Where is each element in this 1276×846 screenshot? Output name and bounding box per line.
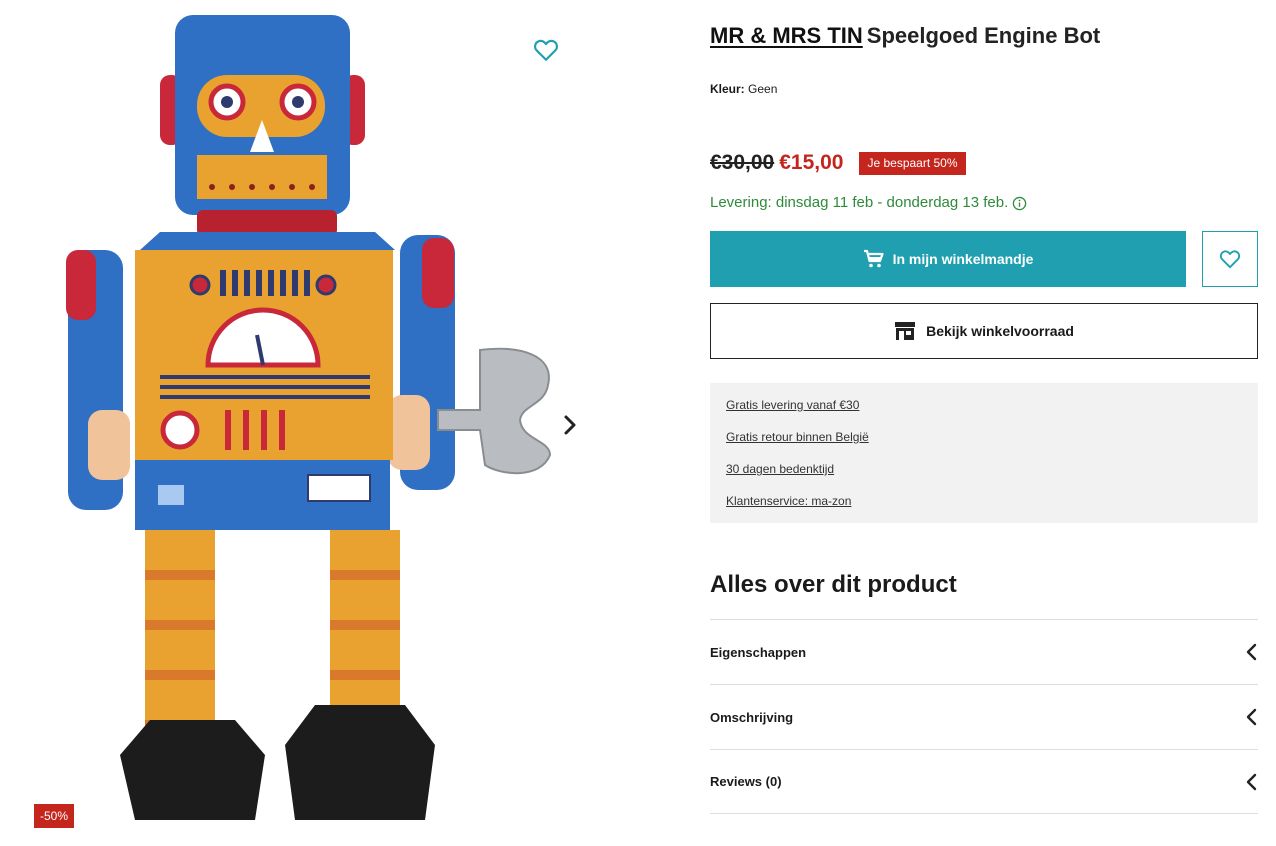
accordion-label: Eigenschappen <box>710 644 807 660</box>
store-stock-button[interactable]: Bekijk winkelvoorraad <box>710 303 1258 359</box>
price-row: €30,00 €15,00 Je bespaart 50% <box>710 150 966 176</box>
chevron-left-icon <box>1246 643 1257 661</box>
product-details-accordion: Eigenschappen Omschrijving Reviews (0) <box>710 619 1258 814</box>
delivery-text: Levering: dinsdag 11 feb - donderdag 13 … <box>710 194 1009 211</box>
product-name: Speelgoed Engine Bot <box>866 23 1101 48</box>
chevron-left-icon <box>1246 773 1257 790</box>
usp-customer-service-link[interactable]: Klantenservice: ma-zon <box>726 493 1242 509</box>
add-to-cart-button[interactable]: In mijn winkelmandje <box>710 231 1186 287</box>
chevron-right-icon[interactable] <box>558 412 582 438</box>
heart-icon[interactable] <box>533 38 559 62</box>
usp-list: Gratis levering vanaf €30 Gratis retour … <box>710 383 1258 523</box>
product-title: MR & MRS TIN Speelgoed Engine Bot <box>710 22 1100 50</box>
new-price: €15,00 <box>779 151 844 174</box>
product-image[interactable] <box>60 10 560 840</box>
store-icon <box>895 322 916 340</box>
usp-free-return-link[interactable]: Gratis retour binnen België <box>726 429 1242 445</box>
add-to-cart-label: In mijn winkelmandje <box>892 251 1034 267</box>
product-gallery: -50% <box>0 0 600 846</box>
chevron-left-icon <box>1246 708 1257 726</box>
color-row: Kleur: Geen <box>710 81 777 97</box>
usp-reflection-period-link[interactable]: 30 dagen bedenktijd <box>726 461 1242 477</box>
cart-icon <box>863 249 884 268</box>
discount-tag: -50% <box>34 804 75 828</box>
accordion-label: Reviews (0) <box>710 774 782 789</box>
accordion-properties[interactable]: Eigenschappen <box>710 619 1258 684</box>
product-details-title: Alles over dit product <box>710 571 957 598</box>
accordion-label: Omschrijving <box>710 709 794 725</box>
accordion-description[interactable]: Omschrijving <box>710 684 1258 749</box>
color-value: Geen <box>748 82 778 96</box>
color-label: Kleur: <box>710 82 745 96</box>
old-price: €30,00 <box>710 151 775 174</box>
brand-link[interactable]: MR & MRS TIN <box>710 23 863 48</box>
delivery-info: Levering: dinsdag 11 feb - donderdag 13 … <box>710 193 1027 213</box>
accordion-reviews[interactable]: Reviews (0) <box>710 749 1258 814</box>
savings-badge: Je bespaart 50% <box>859 151 966 175</box>
wishlist-button[interactable] <box>1202 231 1258 287</box>
usp-free-delivery-link[interactable]: Gratis levering vanaf €30 <box>726 397 1242 413</box>
heart-icon <box>1219 250 1241 269</box>
store-stock-label: Bekijk winkelvoorraad <box>926 323 1074 339</box>
info-icon[interactable] <box>1012 196 1027 211</box>
